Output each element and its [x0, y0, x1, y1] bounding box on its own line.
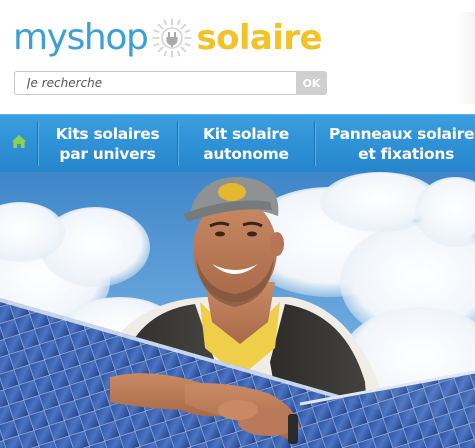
main-navigation: Kits solaires par univers Kit solaire au…: [0, 114, 475, 172]
logo-text-solaire: solaire: [196, 18, 322, 58]
nav-item-kit-solaire-autonome[interactable]: Kit solaire autonome: [178, 115, 314, 172]
logo-text-myshop: myshop: [13, 17, 149, 58]
nav-home-link[interactable]: [0, 115, 37, 172]
nav-item-label: Kit solaire autonome: [203, 124, 289, 163]
search-form: OK: [14, 71, 327, 95]
nav-item-label: Panneaux solaires et fixations: [329, 124, 475, 163]
nav-item-panneaux-solaires-et-fixations[interactable]: Panneaux solaires et fixations: [315, 115, 475, 172]
hero-image: [0, 172, 475, 448]
header-side-decoration: [457, 12, 475, 104]
search-input[interactable]: [14, 71, 296, 95]
site-header: myshop solaire Je recherche OK: [0, 0, 475, 114]
hero-banner[interactable]: [0, 172, 475, 448]
home-icon: [11, 134, 27, 153]
nav-item-label: Kits solaires par univers: [55, 124, 160, 163]
sun-plug-icon: [150, 16, 194, 60]
site-logo[interactable]: myshop solaire: [13, 14, 323, 62]
search-submit-button[interactable]: OK: [296, 71, 327, 95]
page: myshop solaire Je recherche OK Kits sola…: [0, 0, 475, 448]
nav-item-kits-solaires-par-univers[interactable]: Kits solaires par univers: [38, 115, 177, 172]
